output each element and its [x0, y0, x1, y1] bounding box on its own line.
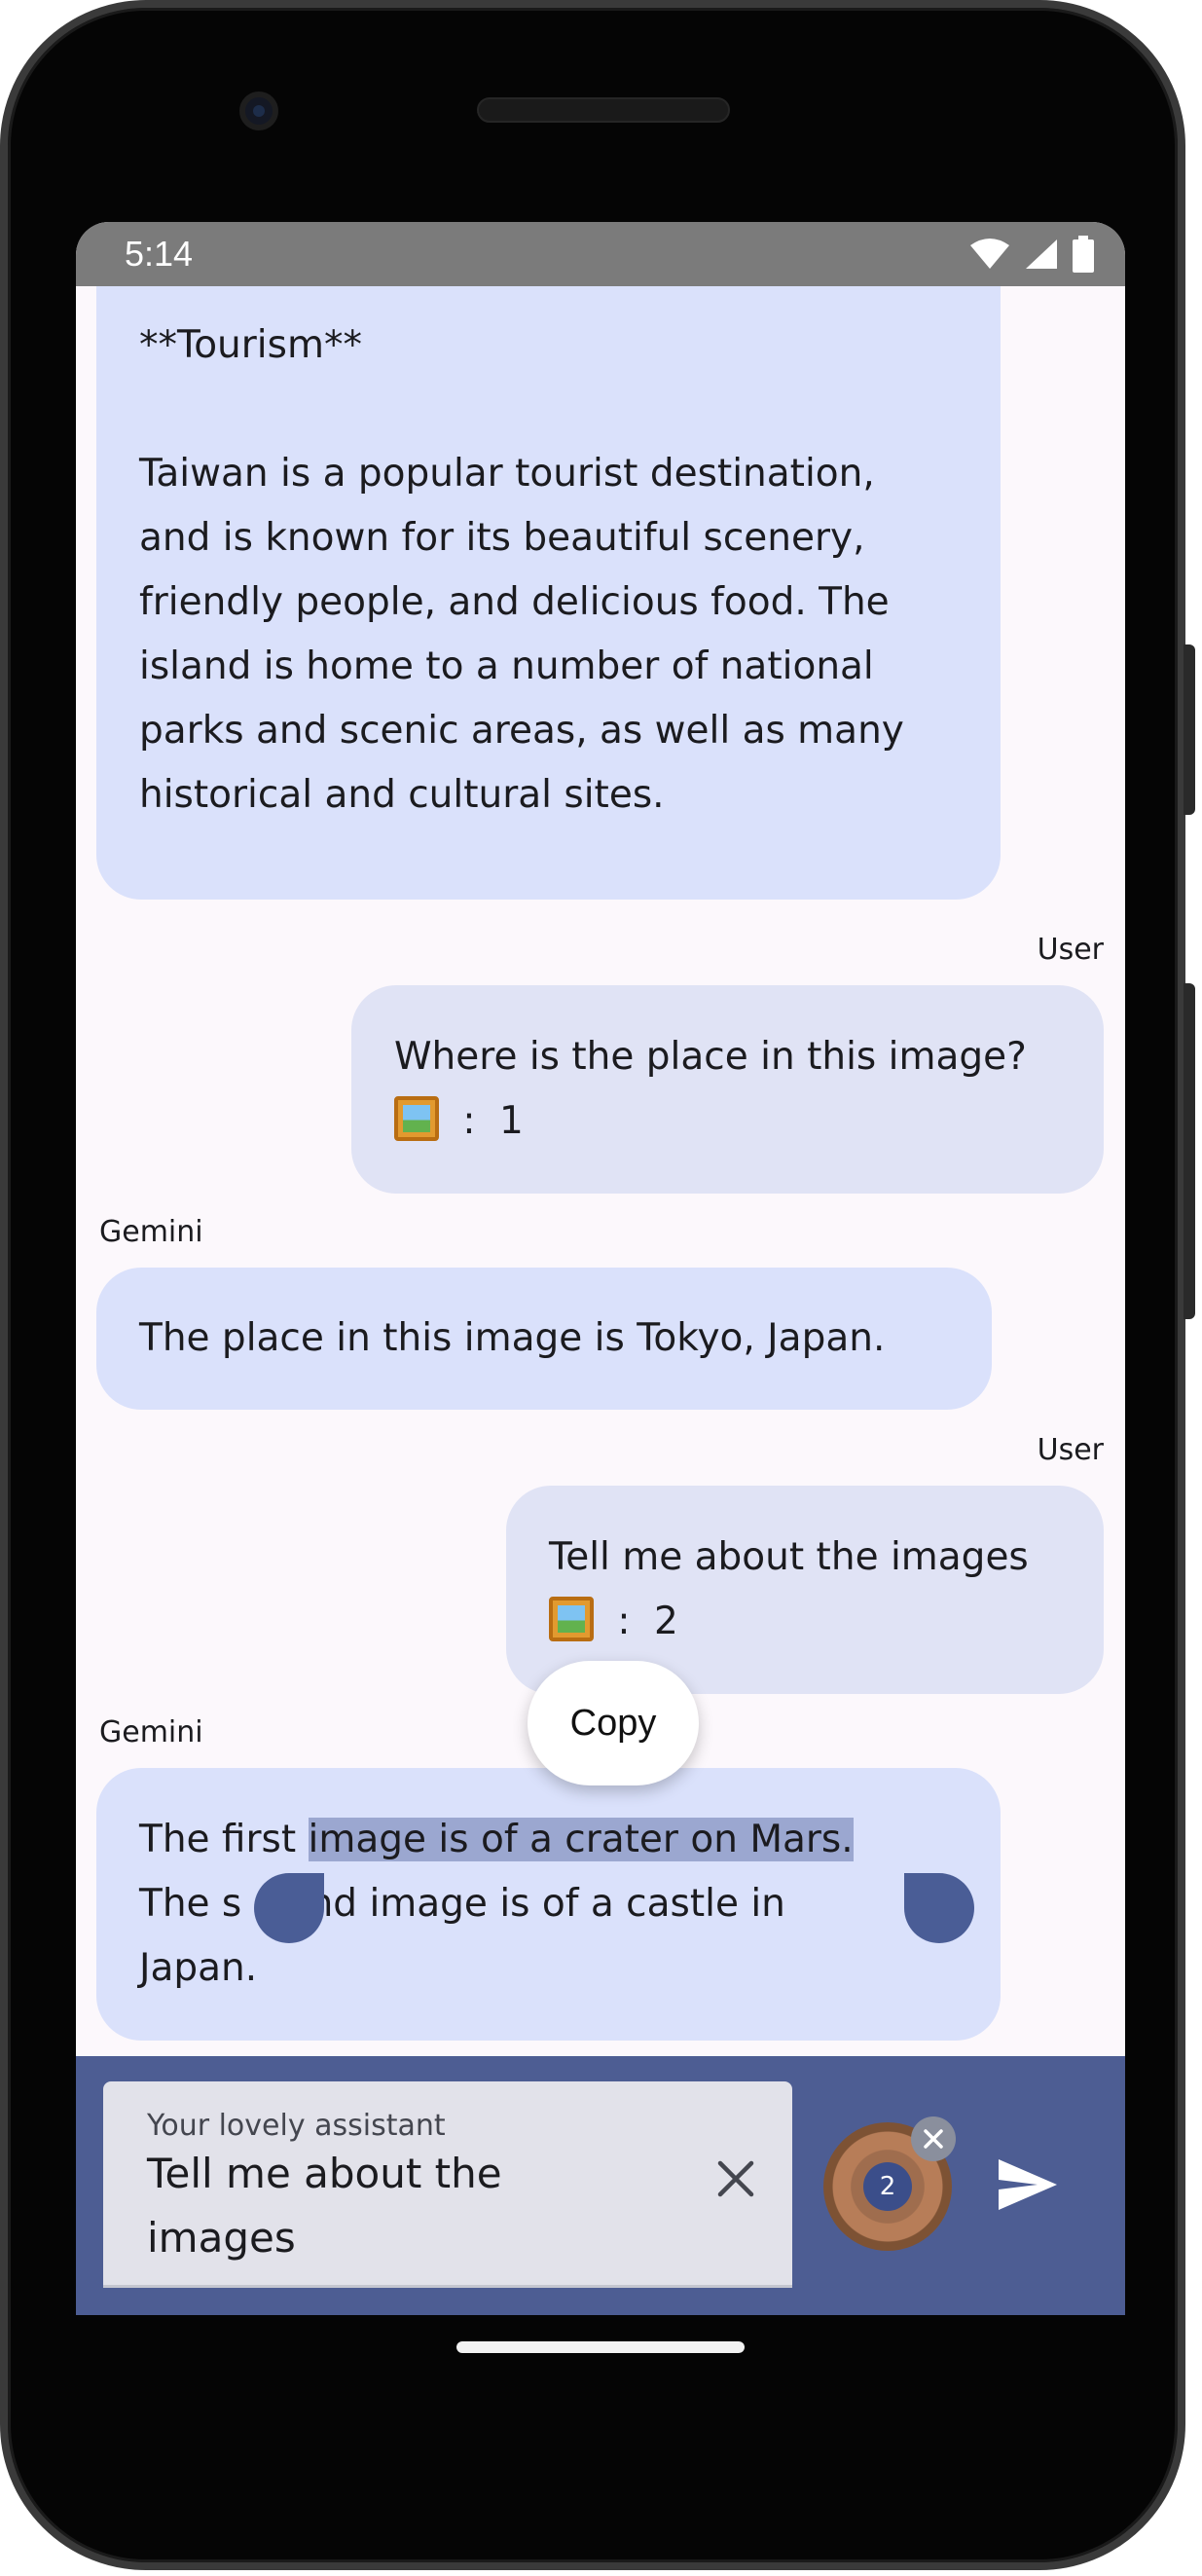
message-heading: **Tourism**	[139, 323, 362, 367]
copy-button[interactable]: Copy	[528, 1661, 699, 1785]
message-line: historical and cultural sites.	[139, 773, 665, 817]
prompt-value-line: images	[147, 2214, 296, 2262]
volume-button	[1184, 644, 1195, 815]
send-icon	[999, 2159, 1057, 2210]
clear-text-button[interactable]	[707, 2150, 765, 2208]
attached-images-indicator: : 2	[549, 1590, 1061, 1654]
image-count: 2	[653, 1600, 678, 1643]
message-text: The first	[139, 1818, 309, 1861]
selection-end-handle[interactable]	[904, 1873, 974, 1943]
earpiece-speaker	[477, 97, 730, 123]
prompt-field-value[interactable]: Tell me about the images	[147, 2142, 653, 2270]
screen: 5:14 **Tourism** Taiwan is a popular tou…	[76, 222, 1125, 2315]
sender-label-user: User	[1037, 1433, 1104, 1467]
attached-image-count-badge: 2	[863, 2162, 912, 2211]
selected-text[interactable]: image is of a crater on Mars.	[308, 1818, 854, 1861]
front-camera	[239, 92, 278, 130]
wifi-icon	[970, 239, 1009, 269]
framed-picture-icon	[549, 1597, 594, 1641]
send-button[interactable]	[991, 2148, 1065, 2222]
message-line: Taiwan is a popular tourist destination,	[139, 452, 875, 496]
prompt-value-line: Tell me about the	[147, 2150, 502, 2197]
close-icon	[717, 2160, 754, 2197]
image-count-separator: :	[462, 1099, 476, 1143]
prompt-field-label: Your lovely assistant	[147, 2109, 446, 2143]
message-line: parks and scenic areas, as well as many	[139, 709, 904, 753]
image-count: 1	[498, 1099, 524, 1143]
close-icon	[924, 2129, 943, 2149]
sender-label-gemini: Gemini	[99, 1715, 203, 1749]
image-count-separator: :	[617, 1600, 631, 1643]
phone-frame: 5:14 **Tourism** Taiwan is a popular tou…	[0, 0, 1185, 2570]
message-line: friendly people, and delicious food. The	[139, 580, 890, 624]
status-bar: 5:14	[76, 222, 1125, 286]
sender-label-gemini: Gemini	[99, 1215, 203, 1249]
message-line: island is home to a number of national	[139, 644, 874, 688]
status-time: 5:14	[125, 234, 194, 274]
attached-images-indicator: : 1	[394, 1089, 1061, 1154]
selection-start-handle[interactable]	[254, 1873, 324, 1943]
model-message-bubble: **Tourism** Taiwan is a popular tourist …	[96, 286, 1001, 900]
message-text: Where is the place in this image?	[394, 1035, 1027, 1079]
message-line: The first image is of a crater on Mars.	[139, 1808, 958, 1872]
message-text: nd image is of a castle in	[309, 1882, 785, 1926]
framed-picture-icon	[394, 1096, 439, 1141]
prompt-text-field[interactable]: Your lovely assistant Tell me about the …	[103, 2081, 792, 2288]
sender-label-user: User	[1037, 933, 1104, 967]
remove-attachments-button[interactable]	[911, 2116, 956, 2161]
message-text: Tell me about the images	[549, 1535, 1029, 1579]
status-icons	[969, 236, 1094, 273]
power-button	[1184, 983, 1195, 1319]
message-line: and is known for its beautiful scenery,	[139, 516, 865, 560]
message-text: The place in this image is Tokyo, Japan.	[139, 1316, 886, 1360]
user-message-bubble: Where is the place in this image? : 1	[351, 985, 1104, 1194]
cellular-signal-icon	[1026, 239, 1057, 269]
message-text: The s	[139, 1882, 242, 1926]
battery-icon	[1073, 236, 1094, 273]
message-line: Japan.	[139, 1946, 258, 1990]
model-message-bubble[interactable]: The first image is of a crater on Mars. …	[96, 1768, 1001, 2041]
chat-list[interactable]: **Tourism** Taiwan is a popular tourist …	[76, 286, 1125, 2050]
input-bar: Your lovely assistant Tell me about the …	[76, 2056, 1125, 2315]
model-message-bubble: The place in this image is Tokyo, Japan.	[96, 1268, 992, 1410]
home-indicator[interactable]	[456, 2341, 745, 2353]
